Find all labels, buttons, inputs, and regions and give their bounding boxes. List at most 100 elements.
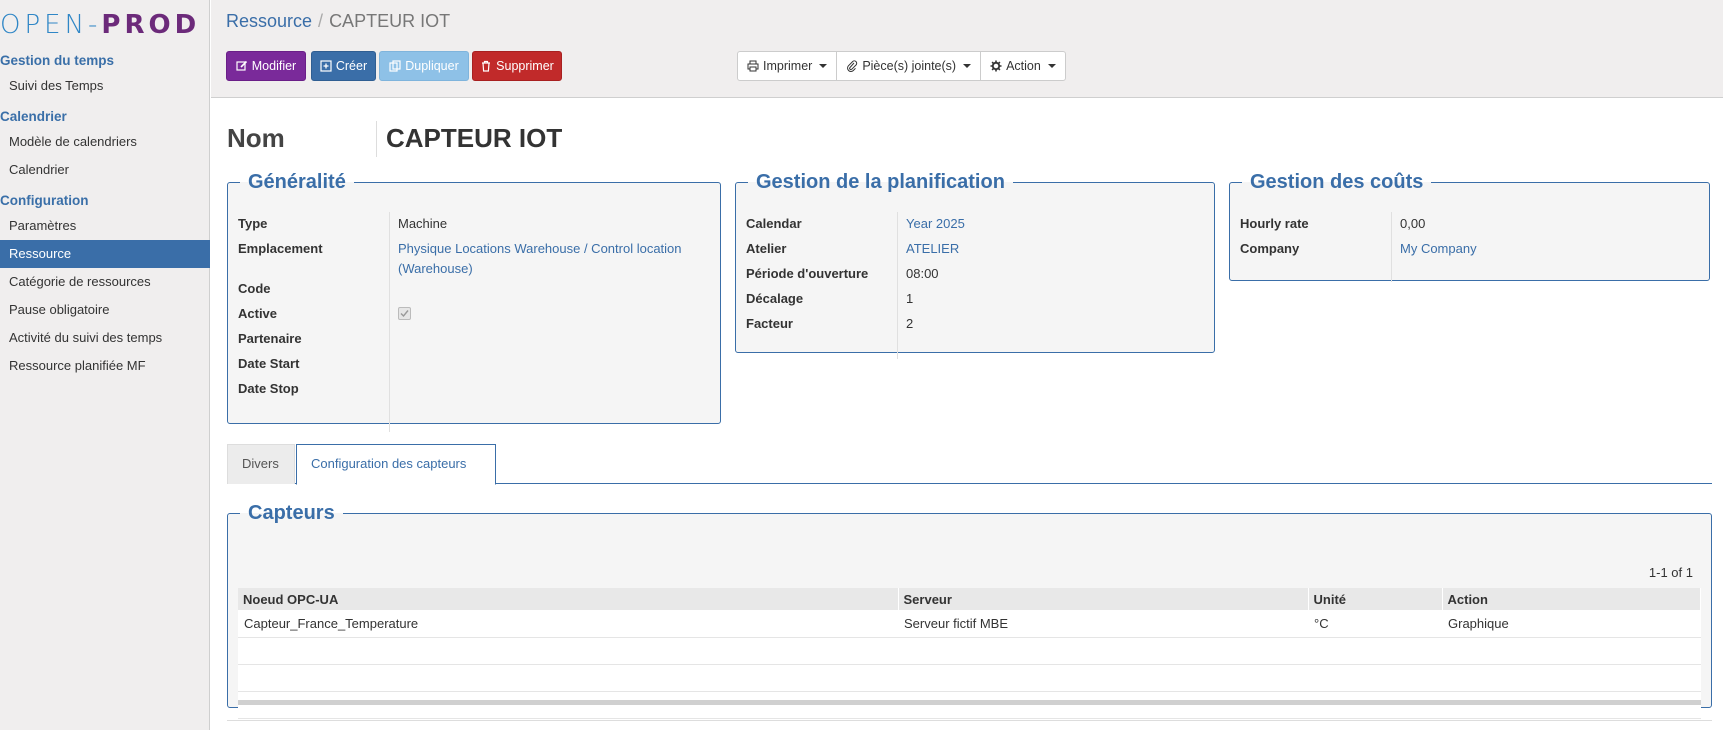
sidebar-item-ressource[interactable]: Ressource <box>0 240 210 268</box>
capteurs-title: Capteurs <box>248 502 335 524</box>
sidebar-item-activite-du-suivi-des-temps[interactable]: Activité du suivi des temps <box>0 324 210 352</box>
decalage-value: 1 <box>906 291 914 306</box>
name-value: CAPTEUR IOT <box>386 123 563 153</box>
create-button[interactable]: Créer <box>311 51 376 81</box>
logo-prod: PROD <box>101 10 201 40</box>
column-header-unite[interactable]: Unité <box>1308 588 1443 610</box>
app-logo[interactable]: OPEN - PROD <box>0 8 200 42</box>
facteur-label: Facteur <box>746 316 793 331</box>
field-company: Company My Company <box>1240 239 1699 263</box>
table-row[interactable]: Capteur_France_Temperature Serveur ficti… <box>238 610 1701 638</box>
emplacement-label: Emplacement <box>238 241 323 256</box>
generalite-group: Généralité Type Machine Emplacement Phys… <box>227 171 721 432</box>
create-button-label: Créer <box>335 59 368 73</box>
cell-serveur: Serveur fictif MBE <box>898 610 1308 638</box>
field-date-start: Date Start <box>238 354 710 378</box>
field-atelier: Atelier ATELIER <box>746 239 1204 263</box>
chevron-down-icon <box>819 64 828 68</box>
date-start-label: Date Start <box>238 356 300 371</box>
field-code: Code <box>238 279 710 303</box>
cell-unite: °C <box>1308 610 1442 638</box>
duplicate-button[interactable]: Dupliquer <box>379 51 469 81</box>
copy-icon <box>389 60 401 72</box>
action-label: Action <box>1006 59 1041 73</box>
couts-title: Gestion des coûts <box>1250 171 1424 193</box>
sidebar-item-suivi-des-temps[interactable]: Suivi des Temps <box>0 72 210 100</box>
print-dropdown[interactable]: Imprimer <box>738 52 836 80</box>
periode-value: 08:00 <box>906 266 939 281</box>
table-header-row: Noeud OPC-UA Serveur Unité Action <box>238 588 1701 610</box>
logo-open: OPEN <box>0 10 89 40</box>
tab-divers[interactable]: Divers <box>227 444 295 484</box>
emplacement-value-line2: (Warehouse) <box>398 261 473 276</box>
planification-group: Gestion de la planification Calendar Yea… <box>735 171 1215 359</box>
sidebar-item-pause-obligatoire[interactable]: Pause obligatoire <box>0 296 210 324</box>
duplicate-button-label: Dupliquer <box>405 59 459 73</box>
action-dropdown[interactable]: Action <box>980 52 1065 80</box>
company-link[interactable]: My Company <box>1400 239 1477 259</box>
field-hourly-rate: Hourly rate 0,00 <box>1240 214 1699 238</box>
sidebar-actions-group: Imprimer Pièce(s) jointe(s) Action <box>737 51 1066 81</box>
chevron-down-icon <box>1047 64 1056 68</box>
breadcrumb-separator: / <box>318 11 324 31</box>
pager-value: 1-1 of 1 <box>1648 565 1693 580</box>
atelier-label: Atelier <box>746 241 787 256</box>
sidebar-item-calendrier[interactable]: Calendrier <box>0 156 210 184</box>
field-active: Active <box>238 304 710 328</box>
print-icon <box>747 60 759 72</box>
divider <box>227 720 1712 721</box>
active-checkbox <box>398 304 411 324</box>
modify-button[interactable]: Modifier <box>226 51 306 81</box>
facteur-value: 2 <box>906 316 914 331</box>
decalage-label: Décalage <box>746 291 804 306</box>
table-row-empty <box>238 664 1701 692</box>
emplacement-link[interactable]: Physique Locations Warehouse / Control l… <box>398 239 682 279</box>
table-footer <box>238 700 1701 705</box>
delete-button[interactable]: Supprimer <box>472 51 562 81</box>
breadcrumb-current: CAPTEUR IOT <box>329 11 451 31</box>
sidebar-item-parametres[interactable]: Paramètres <box>0 212 210 240</box>
type-value: Machine <box>398 216 448 231</box>
attachments-dropdown[interactable]: Pièce(s) jointe(s) <box>836 52 980 80</box>
type-label: Type <box>238 216 268 231</box>
plus-square-icon <box>320 60 332 72</box>
breadcrumb-parent-link[interactable]: Ressource <box>226 11 312 31</box>
generalite-title: Généralité <box>248 171 346 193</box>
notebook-tabs: Divers Configuration des capteurs <box>227 444 1712 485</box>
sidebar-item-ressource-planifiee-mf[interactable]: Ressource planifiée MF <box>0 352 210 380</box>
edit-icon <box>236 60 247 71</box>
couts-group: Gestion des coûts Hourly rate 0,00 Compa… <box>1229 171 1710 282</box>
planification-title: Gestion de la planification <box>756 171 1005 193</box>
paperclip-icon <box>847 60 858 72</box>
modify-button-label: Modifier <box>251 59 297 73</box>
table-row-empty <box>238 637 1701 665</box>
field-date-stop: Date Stop <box>238 379 710 403</box>
calendar-link[interactable]: Year 2025 <box>906 214 965 234</box>
cell-action[interactable]: Graphique <box>1442 610 1701 638</box>
sidebar-item-categorie-de-ressources[interactable]: Catégorie de ressources <box>0 268 210 296</box>
tab-configuration-des-capteurs[interactable]: Configuration des capteurs <box>296 444 496 485</box>
column-header-serveur[interactable]: Serveur <box>898 588 1309 610</box>
emplacement-value-line1: Physique Locations Warehouse / Control l… <box>398 241 682 256</box>
date-stop-label: Date Stop <box>238 381 299 396</box>
capteurs-table: Noeud OPC-UA Serveur Unité Action Capteu… <box>238 588 1701 719</box>
column-header-noeud[interactable]: Noeud OPC-UA <box>238 588 899 610</box>
sidebar: OPEN - PROD Gestion du temps Suivi des T… <box>0 0 210 730</box>
logo-dash: - <box>88 10 102 40</box>
sidebar-item-modele-de-calendriers[interactable]: Modèle de calendriers <box>0 128 210 156</box>
active-label: Active <box>238 306 278 321</box>
field-periode: Période d'ouverture 08:00 <box>746 264 1204 288</box>
gear-icon <box>990 60 1002 72</box>
name-label: Nom <box>227 123 285 153</box>
name-separator <box>376 121 377 157</box>
partenaire-label: Partenaire <box>238 331 302 346</box>
capteurs-group: Capteurs 1-1 of 1 Noeud OPC-UA Serveur U… <box>227 502 1712 719</box>
menu-section-gestion-du-temps: Gestion du temps <box>0 53 115 68</box>
print-label: Imprimer <box>763 59 813 73</box>
cell-noeud: Capteur_France_Temperature <box>238 610 898 638</box>
field-facteur: Facteur 2 <box>746 314 1204 338</box>
column-header-action[interactable]: Action <box>1442 588 1701 610</box>
field-partenaire: Partenaire <box>238 329 710 353</box>
atelier-link[interactable]: ATELIER <box>906 239 959 259</box>
code-label: Code <box>238 281 271 296</box>
